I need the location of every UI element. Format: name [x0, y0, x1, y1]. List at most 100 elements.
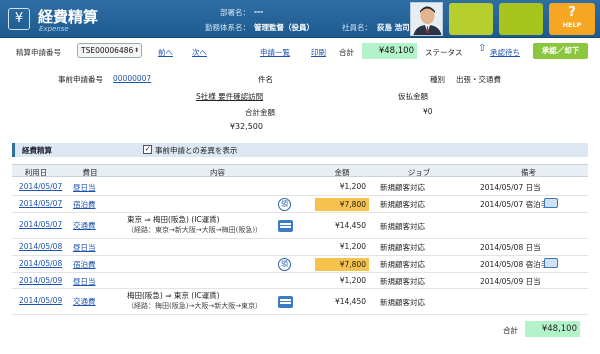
row-date-link[interactable]: 2014/05/07 — [19, 220, 62, 229]
arrow-up-icon: ⇧ — [478, 43, 487, 54]
dept-label: 部署名： — [220, 8, 250, 17]
avatar — [410, 2, 443, 36]
row-expense-link[interactable]: 昼日当 — [73, 242, 96, 253]
row-content-route: （経路：梅田(阪急)→大阪→新大阪→東京） — [127, 302, 263, 310]
row-note: 2014/05/09 日当 — [480, 277, 541, 286]
prior-request-link[interactable]: 00000007 — [113, 74, 151, 83]
table-row: 2014/05/07 宿泊費 領 ¥7,800 新規顧客対応 2014/05/0… — [12, 196, 588, 213]
row-content-main: 梅田(阪急) ⇒ 東京 (IC運賃) — [127, 291, 220, 300]
row-content-main: 東京 ⇒ 梅田(阪急) (IC運賃) — [127, 215, 220, 224]
status-value[interactable]: 承認待ち — [490, 47, 520, 58]
row-date-link[interactable]: 2014/05/08 — [19, 259, 62, 268]
row-amount: ¥1,200 — [339, 242, 366, 251]
row-date-link[interactable]: 2014/05/07 — [19, 182, 62, 191]
row-job: 新規顧客対応 — [380, 183, 425, 192]
status-label: ステータス — [425, 48, 463, 57]
menu-tile-1[interactable] — [449, 3, 493, 35]
approve-button[interactable]: 承認／却下 — [533, 43, 588, 59]
app-header: ¥ 経費精算 Expense 部署名： --- 勤務体系名： 管理監督（役員） … — [0, 0, 600, 38]
expense-section-bar: 経費精算 ✓ 事前申請との差異を表示 — [12, 143, 588, 157]
col-expense: 費目 — [82, 168, 98, 177]
transit-icon[interactable] — [278, 220, 293, 232]
subject-value: S社様 要件確認訪問 — [196, 92, 264, 101]
row-amount: ¥1,200 — [339, 276, 366, 285]
table-row: 2014/05/08 昼日当 ¥1,200 新規顧客対応 2014/05/08 … — [12, 239, 588, 256]
row-job: 新規顧客対応 — [380, 200, 425, 209]
advance-value: ¥0 — [423, 107, 433, 116]
row-expense-link[interactable]: 交通費 — [73, 296, 96, 307]
table-row: 2014/05/09 交通費 梅田(阪急) ⇒ 東京 (IC運賃) （経路：梅田… — [12, 289, 588, 315]
row-content-route: （経路：東京→新大阪→大阪→梅田(阪急)） — [127, 226, 263, 234]
subject-label: 件名 — [258, 75, 273, 84]
diff-checkbox[interactable]: ✓ — [143, 145, 152, 154]
advance-label: 仮払金額 — [398, 92, 428, 101]
row-job: 新規顧客対応 — [380, 298, 425, 307]
next-link[interactable]: 次へ — [192, 47, 207, 58]
row-amount: ¥7,800 — [315, 258, 369, 271]
row-job: 新規顧客対応 — [380, 260, 425, 269]
row-amount: ¥14,450 — [334, 297, 366, 306]
row-amount: ¥14,450 — [334, 221, 366, 230]
row-expense-link[interactable]: 宿泊費 — [73, 199, 96, 210]
row-job: 新規顧客対応 — [380, 243, 425, 252]
table-row: 2014/05/07 昼日当 ¥1,200 新規顧客対応 2014/05/07 … — [12, 179, 588, 196]
row-date-link[interactable]: 2014/05/08 — [19, 242, 62, 251]
help-icon: ? — [568, 5, 576, 20]
menu-tile-2[interactable] — [499, 3, 543, 35]
row-date-link[interactable]: 2014/05/09 — [19, 276, 62, 285]
diff-checkbox-label: 事前申請との差異を表示 — [155, 146, 238, 155]
prev-link[interactable]: 前へ — [158, 47, 173, 58]
toolbar-total-value: ¥48,100 — [362, 43, 417, 59]
dept-value: --- — [254, 7, 264, 16]
row-amount: ¥1,200 — [339, 182, 366, 191]
category-label: 種別 — [430, 75, 445, 84]
row-note: 2014/05/08 日当 — [480, 243, 541, 252]
section-title: 経費精算 — [22, 146, 52, 155]
request-no-select[interactable]: TSE00006486 ⬍ — [77, 43, 142, 58]
help-label: HELP — [562, 21, 582, 29]
table-row: 2014/05/07 交通費 東京 ⇒ 梅田(阪急) (IC運賃) （経路：東京… — [12, 213, 588, 239]
col-date: 利用日 — [24, 168, 48, 177]
request-no-value: TSE00006486 — [81, 46, 134, 55]
col-job: ジョブ — [407, 168, 431, 177]
row-expense-link[interactable]: 宿泊費 — [73, 259, 96, 270]
help-button[interactable]: ? HELP — [549, 3, 595, 35]
receipt-icon[interactable]: 領 — [278, 258, 291, 271]
table-header: 利用日 費目 内容 金額 ジョブ 備考 — [12, 164, 588, 177]
footer-total-value: ¥48,100 — [525, 321, 580, 337]
attachment-icon[interactable] — [544, 198, 558, 208]
category-value: 出張・交通費 — [456, 75, 501, 84]
row-expense-link[interactable]: 交通費 — [73, 220, 96, 231]
employee-label: 社員名： — [342, 23, 372, 32]
system-value: 管理監督（役員） — [254, 23, 314, 32]
request-no-label: 精算申請番号 — [16, 48, 61, 57]
request-list-link[interactable]: 申請一覧 — [260, 47, 290, 58]
row-date-link[interactable]: 2014/05/09 — [19, 296, 62, 305]
col-note: 備考 — [521, 168, 536, 177]
table-row: 2014/05/09 昼日当 ¥1,200 新規顧客対応 2014/05/09 … — [12, 273, 588, 289]
print-link[interactable]: 印刷 — [311, 47, 326, 58]
row-job: 新規顧客対応 — [380, 222, 425, 231]
app-title: 経費精算 — [38, 8, 99, 26]
row-note: 2014/05/07 日当 — [480, 183, 541, 192]
employee-value: 荻島 浩司 — [377, 23, 410, 32]
col-content: 内容 — [210, 168, 225, 177]
total-amount-label: 合計金額 — [245, 108, 275, 117]
row-expense-link[interactable]: 昼日当 — [73, 276, 96, 287]
transit-icon[interactable] — [278, 296, 293, 308]
row-content: 東京 ⇒ 梅田(阪急) (IC運賃) （経路：東京→新大阪→大阪→梅田(阪急)） — [127, 215, 262, 235]
total-amount-value: ¥32,500 — [229, 122, 263, 131]
row-amount: ¥7,800 — [315, 198, 369, 211]
yen-icon: ¥ — [8, 8, 30, 30]
prior-request-label: 事前申請番号 — [58, 75, 103, 84]
system-label: 勤務体系名： — [205, 23, 250, 32]
col-amount: 金額 — [334, 168, 350, 177]
row-date-link[interactable]: 2014/05/07 — [19, 199, 62, 208]
app-subtitle: Expense — [39, 25, 69, 33]
chevron-updown-icon: ⬍ — [133, 47, 139, 54]
receipt-icon[interactable]: 領 — [278, 198, 291, 211]
footer-total-label: 合計 — [503, 326, 518, 335]
row-expense-link[interactable]: 昼日当 — [73, 182, 96, 193]
row-job: 新規顧客対応 — [380, 277, 425, 286]
attachment-icon[interactable] — [544, 258, 558, 268]
